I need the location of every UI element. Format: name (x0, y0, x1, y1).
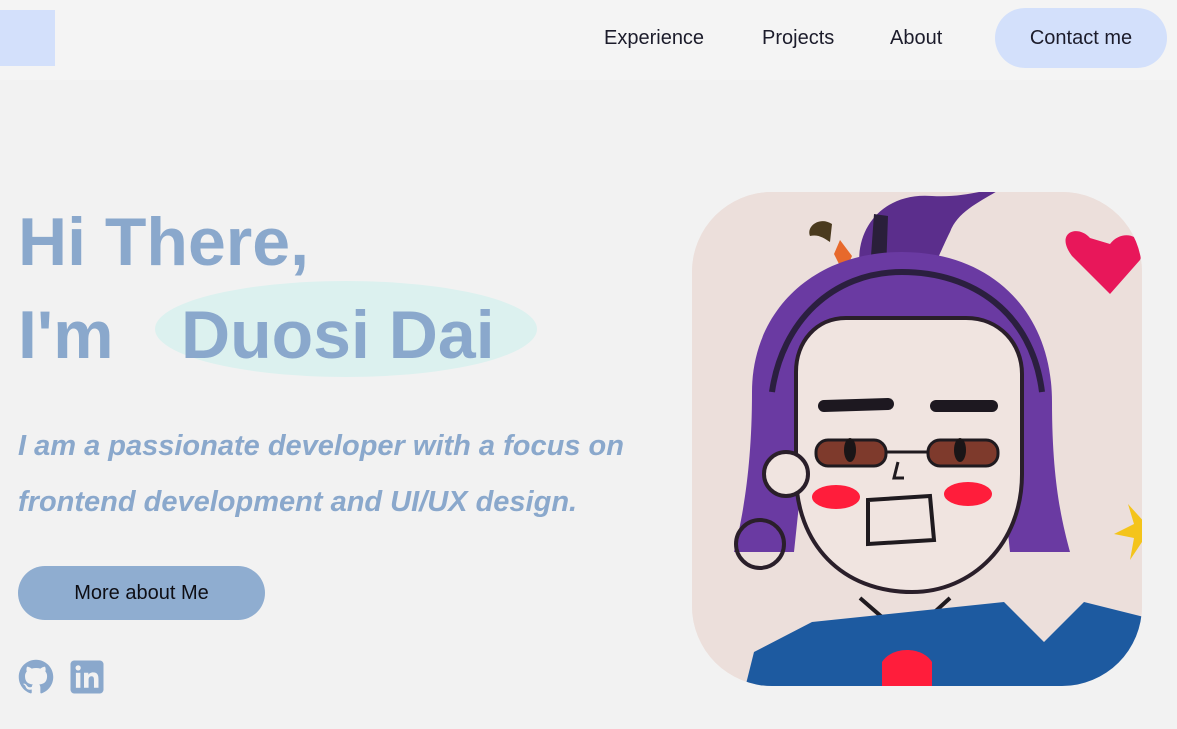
logo[interactable] (0, 10, 55, 66)
portrait-illustration (692, 192, 1142, 686)
github-icon[interactable] (18, 659, 54, 695)
hero-tagline: I am a passionate developer with a focus… (18, 430, 624, 518)
linkedin-icon[interactable] (69, 659, 105, 695)
more-about-me-button[interactable]: More about Me (18, 566, 265, 620)
nav-projects[interactable]: Projects (762, 0, 834, 76)
nav-about[interactable]: About (890, 0, 942, 76)
nav-experience[interactable]: Experience (604, 0, 704, 76)
hero-im-prefix: I'm (18, 297, 114, 373)
hero-greeting: Hi There, (18, 204, 309, 280)
contact-me-button[interactable]: Contact me (995, 8, 1167, 68)
hero-name: Duosi Dai (181, 297, 495, 373)
